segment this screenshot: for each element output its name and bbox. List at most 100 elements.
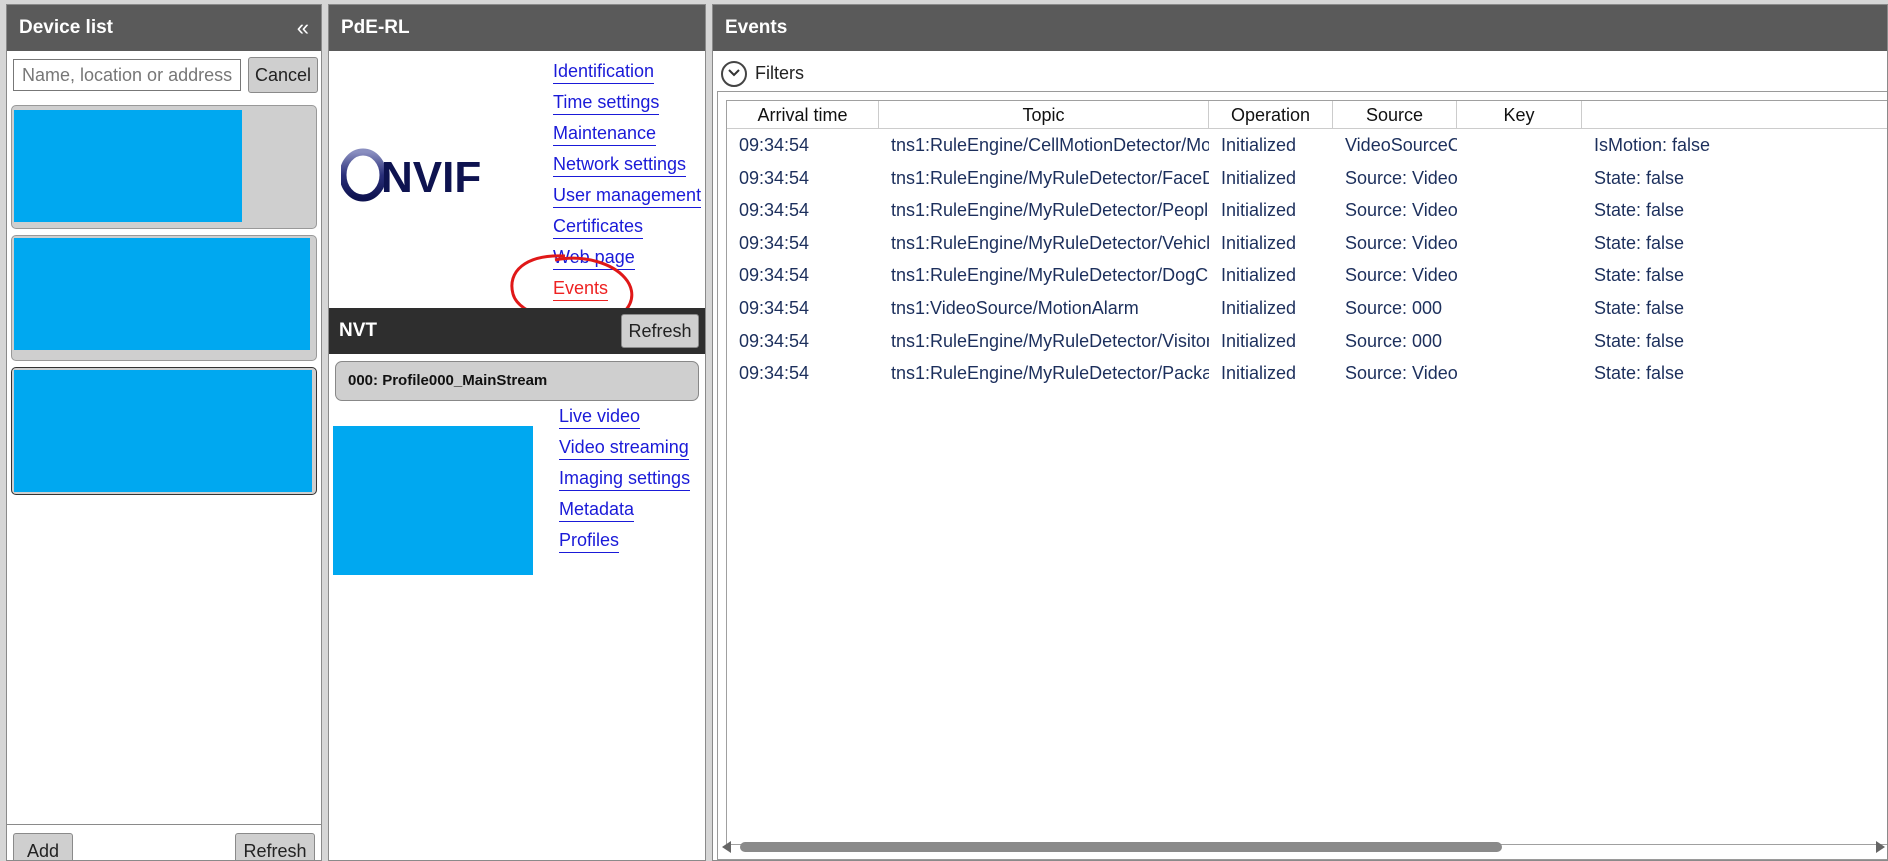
link-network-settings[interactable]: Network settings	[553, 153, 687, 177]
device-list-title: Device list	[19, 17, 113, 38]
link-identification[interactable]: Identification	[553, 60, 655, 84]
cell-source: Source: 000	[1345, 297, 1443, 318]
link-maintenance[interactable]: Maintenance	[553, 122, 657, 146]
table-row[interactable]: 09:34:54 tns1:RuleEngine/CellMotionDetect…	[727, 129, 1887, 162]
cell-key	[1457, 259, 1582, 291]
scroll-left-arrow-icon[interactable]	[722, 841, 731, 853]
table-row[interactable]: 09:34:54 tns1:RuleEngine/MyRuleDetector/P…	[727, 194, 1887, 227]
link-imaging-settings[interactable]: Imaging settings	[559, 467, 691, 491]
refresh-devices-button[interactable]: Refresh	[235, 833, 315, 860]
column-header-data[interactable]	[1582, 101, 1887, 129]
table-row[interactable]: 09:34:54 tns1:VideoSource/MotionAlarm Init…	[727, 292, 1887, 325]
scrollbar-thumb[interactable]	[740, 842, 1502, 852]
cell-key	[1457, 129, 1582, 161]
device-card-1[interactable]	[11, 105, 317, 229]
nvt-refresh-button[interactable]: Refresh	[621, 314, 699, 348]
device-search-row: Cancel	[13, 57, 318, 93]
column-header-key[interactable]: Key	[1457, 101, 1582, 129]
cell-arrival-time: 09:34:54	[739, 232, 810, 253]
scroll-right-arrow-icon[interactable]	[1876, 841, 1885, 853]
device-card-2[interactable]	[11, 235, 317, 361]
cell-operation: Initialized	[1221, 363, 1297, 384]
cell-key	[1457, 194, 1582, 226]
cell-arrival-time: 09:34:54	[739, 200, 810, 221]
device-search-input[interactable]	[13, 59, 241, 91]
cell-operation: Initialized	[1221, 232, 1297, 253]
events-grid-header: Arrival time Topic Operation Source Key	[727, 101, 1887, 129]
cell-source: Source: 000	[1345, 330, 1443, 351]
cell-topic: tns1:RuleEngine/MyRuleDetector/DogCatDet…	[891, 265, 1209, 286]
device-thumbnail	[14, 110, 242, 222]
link-profiles[interactable]: Profiles	[559, 529, 620, 553]
cell-key	[1457, 357, 1582, 389]
cell-data: State: false	[1594, 330, 1685, 351]
cell-topic: tns1:RuleEngine/MyRuleDetector/Visitor	[891, 330, 1209, 351]
cell-topic: tns1:RuleEngine/MyRuleDetector/Package	[891, 363, 1209, 384]
link-video-streaming[interactable]: Video streaming	[559, 436, 689, 460]
cell-topic: tns1:RuleEngine/MyRuleDetector/FaceDetec…	[891, 167, 1209, 188]
column-header-operation[interactable]: Operation	[1209, 101, 1333, 129]
cell-data: State: false	[1594, 265, 1685, 286]
cell-arrival-time: 09:34:54	[739, 135, 810, 155]
device-card-3[interactable]	[11, 367, 317, 495]
double-chevron-left-icon[interactable]: «	[297, 5, 309, 51]
cell-arrival-time: 09:34:54	[739, 265, 810, 286]
cell-key	[1457, 292, 1582, 324]
cell-source: VideoSourceCon	[1345, 135, 1457, 155]
cell-data: State: false	[1594, 200, 1685, 221]
device-detail-header: PdE-RL	[329, 5, 705, 51]
table-row[interactable]: 09:34:54 tns1:RuleEngine/MyRuleDetector/V…	[727, 227, 1887, 260]
cell-topic: tns1:VideoSource/MotionAlarm	[891, 297, 1139, 318]
table-row[interactable]: 09:34:54 tns1:RuleEngine/MyRuleDetector/D…	[727, 259, 1887, 292]
chevron-down-circle-icon[interactable]	[721, 61, 747, 87]
table-row[interactable]: 09:34:54 tns1:RuleEngine/MyRuleDetector/P…	[727, 357, 1887, 390]
cell-operation: Initialized	[1221, 167, 1297, 188]
device-thumbnail	[14, 370, 312, 492]
cell-source: Source: VideoSou	[1345, 363, 1457, 384]
cell-operation: Initialized	[1221, 265, 1297, 286]
cell-topic: tns1:RuleEngine/MyRuleDetector/VehicleDe…	[891, 232, 1209, 253]
link-user-management[interactable]: User management	[553, 184, 702, 208]
filters-label: Filters	[755, 63, 804, 83]
cell-operation: Initialized	[1221, 330, 1297, 351]
profile-selector[interactable]: 000: Profile000_MainStream	[335, 361, 699, 401]
events-frame: Arrival time Topic Operation Source Key …	[717, 91, 1887, 860]
link-certificates[interactable]: Certificates	[553, 215, 644, 239]
table-row[interactable]: 09:34:54 tns1:RuleEngine/MyRuleDetector/V…	[727, 325, 1887, 358]
link-events[interactable]: Events	[553, 277, 609, 301]
profile-thumbnail	[333, 426, 533, 575]
cell-topic: tns1:RuleEngine/CellMotionDetector/Motio…	[891, 135, 1209, 155]
horizontal-scrollbar[interactable]	[722, 839, 1885, 855]
table-row[interactable]: 09:34:54 tns1:RuleEngine/MyRuleDetector/F…	[727, 162, 1887, 195]
cell-arrival-time: 09:34:54	[739, 330, 810, 351]
events-title: Events	[725, 17, 788, 38]
add-device-button[interactable]: Add	[13, 833, 73, 860]
cell-key	[1457, 162, 1582, 194]
link-web-page[interactable]: Web page	[553, 246, 635, 270]
cell-operation: Initialized	[1221, 135, 1297, 155]
cell-operation: Initialized	[1221, 297, 1297, 318]
cell-source: Source: VideoSou	[1345, 232, 1457, 253]
link-metadata[interactable]: Metadata	[559, 498, 635, 522]
profile-links: Live video Video streaming Imaging setti…	[559, 405, 691, 560]
cell-data: State: false	[1594, 297, 1685, 318]
column-header-arrival-time[interactable]: Arrival time	[727, 101, 879, 129]
cell-data: State: false	[1594, 363, 1685, 384]
cell-data: IsMotion: false	[1594, 135, 1711, 155]
device-list-header: Device list «	[7, 5, 321, 51]
cell-source: Source: VideoSou	[1345, 167, 1457, 188]
events-panel: Events Filters Arrival time Topic Operat…	[712, 4, 1888, 861]
link-time-settings[interactable]: Time settings	[553, 91, 660, 115]
cancel-button[interactable]: Cancel	[248, 57, 318, 93]
cell-arrival-time: 09:34:54	[739, 167, 810, 188]
device-list-footer: Add Refresh	[7, 824, 321, 860]
cell-data: State: false	[1594, 232, 1685, 253]
events-grid: Arrival time Topic Operation Source Key …	[726, 100, 1887, 845]
device-list-panel: Device list « Cancel Add Refresh	[6, 4, 322, 861]
column-header-source[interactable]: Source	[1333, 101, 1457, 129]
column-header-topic[interactable]: Topic	[879, 101, 1209, 129]
events-grid-rows: 09:34:54 tns1:RuleEngine/CellMotionDetect…	[727, 129, 1887, 390]
link-live-video[interactable]: Live video	[559, 405, 641, 429]
cell-key	[1457, 325, 1582, 357]
cell-operation: Initialized	[1221, 200, 1297, 221]
